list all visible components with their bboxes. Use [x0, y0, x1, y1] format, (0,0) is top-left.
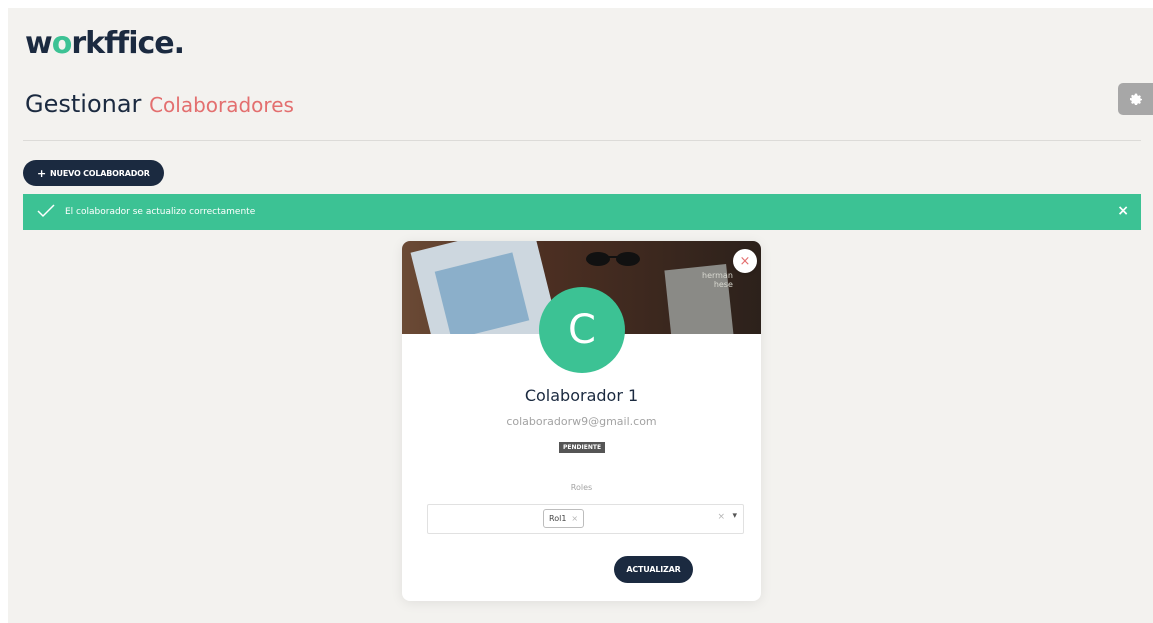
page-title: Gestionar Colaboradores: [25, 90, 294, 118]
roles-label: Roles: [570, 483, 593, 492]
update-button[interactable]: ACTUALIZAR: [614, 556, 693, 583]
status-badge: PENDIENTE: [559, 442, 606, 453]
workffice-logo[interactable]: w o rkffice.: [25, 26, 185, 61]
header-divider: [23, 140, 1141, 141]
select-clear-icon[interactable]: ×: [717, 512, 725, 522]
page-title-accent: Colaboradores: [149, 93, 294, 117]
plus-icon: +: [37, 166, 47, 180]
gear-icon: [1130, 93, 1142, 105]
chevron-down-icon[interactable]: ▾: [732, 511, 737, 521]
roles-select[interactable]: Rol1 × × ▾: [427, 504, 744, 534]
chip-remove-icon[interactable]: ×: [571, 514, 578, 523]
book-title: herman hese: [702, 271, 733, 289]
alert-message: El colaborador se actualizo correctament…: [65, 207, 256, 217]
role-chip: Rol1 ×: [543, 509, 585, 528]
collaborator-card: herman hese × C Colaborador 1 colaborado…: [402, 241, 761, 601]
sunglasses-image: [586, 252, 640, 266]
success-alert: El colaborador se actualizo correctament…: [23, 194, 1141, 230]
new-collaborator-button[interactable]: + NUEVO COLABORADOR: [23, 160, 164, 186]
alert-close-icon[interactable]: ×: [1117, 203, 1129, 219]
collaborator-name: Colaborador 1: [524, 386, 639, 405]
collaborator-email: colaboradorw9@gmail.com: [506, 415, 657, 428]
card-close-button[interactable]: ×: [733, 249, 757, 273]
settings-button[interactable]: [1118, 83, 1153, 115]
logo-dot: o: [51, 26, 73, 61]
page: w o rkffice. Gestionar Colaboradores + NUE…: [8, 8, 1153, 623]
avatar: C: [539, 287, 625, 373]
check-icon: [37, 203, 55, 221]
